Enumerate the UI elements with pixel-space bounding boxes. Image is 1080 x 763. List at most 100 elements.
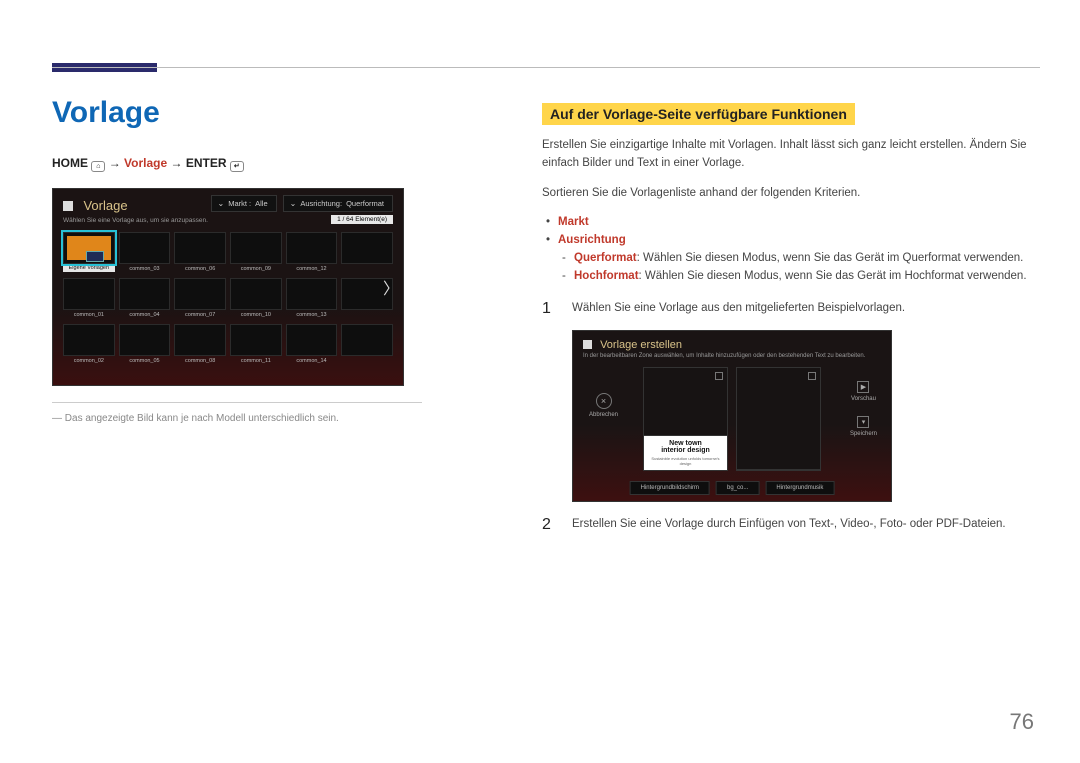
template-cell[interactable] <box>174 278 226 310</box>
grid-col: common_13 <box>286 278 338 320</box>
template-cell[interactable] <box>174 232 226 264</box>
querformat-key: Querformat <box>574 252 637 264</box>
right-column: Auf der Vorlage-Seite verfügbare Funktio… <box>542 103 1032 534</box>
template-cell[interactable] <box>230 324 282 356</box>
template-cell[interactable] <box>119 278 171 310</box>
chevron-down-icon: ⌄ <box>290 199 297 208</box>
template-grid: Eigene Vorlagen common_03 common_06 comm… <box>53 228 403 366</box>
template-cell[interactable] <box>230 232 282 264</box>
sub-querformat: Querformat: Wählen Sie diesen Modus, wen… <box>542 250 1032 268</box>
cell-label: common_03 <box>119 266 171 272</box>
cell-label: common_08 <box>174 358 226 364</box>
bg-music-button[interactable]: Hintergrundmusik <box>765 481 834 495</box>
page-number: 76 <box>1010 709 1034 735</box>
save-button[interactable]: ▾ Speichern <box>850 416 877 437</box>
bc-home: HOME <box>52 156 88 170</box>
step-2-text: Erstellen Sie eine Vorlage durch Einfüge… <box>572 516 1032 534</box>
close-icon: × <box>596 393 612 409</box>
home-icon: ⌂ <box>91 161 105 172</box>
template-cell[interactable] <box>119 324 171 356</box>
cell-label: common_07 <box>174 312 226 318</box>
cancel-button[interactable]: × Abbrechen <box>589 393 618 418</box>
grid-col: common_09 <box>230 232 282 274</box>
template-cell[interactable] <box>174 324 226 356</box>
intro-paragraph-2: Sortieren Sie die Vorlagenliste anhand d… <box>542 185 1032 203</box>
pane-image-zone <box>737 368 820 470</box>
template-cell[interactable] <box>63 324 115 356</box>
bc-arrow-2: → <box>171 156 183 170</box>
edit-pane-left[interactable]: New town interior design Sustainble evol… <box>643 367 728 471</box>
template-cell[interactable] <box>230 278 282 310</box>
grid-col: common_01 <box>63 278 115 320</box>
filter-market[interactable]: ⌄ Markt : Alle <box>211 195 277 212</box>
filter-orient-value: Querformat <box>346 199 384 208</box>
template-cell[interactable] <box>286 232 338 264</box>
grid-col: common_10 <box>230 278 282 320</box>
right-side-buttons: ▶ Vorschau ▾ Speichern <box>850 381 877 437</box>
step-2: 2 Erstellen Sie eine Vorlage durch Einfü… <box>542 516 1032 534</box>
card-title-1: New town <box>646 440 725 447</box>
edit-panes: New town interior design Sustainble evol… <box>643 367 821 471</box>
template-cell[interactable] <box>286 324 338 356</box>
querformat-text: : Wählen Sie diesen Modus, wenn Sie das … <box>637 252 1024 264</box>
cell-label: common_05 <box>119 358 171 364</box>
sub-hochformat: Hochformat: Wählen Sie diesen Modus, wen… <box>542 268 1032 286</box>
cell-label: common_02 <box>63 358 115 364</box>
step-1-text: Wählen Sie eine Vorlage aus den mitgelie… <box>572 300 1032 318</box>
bg-image-button[interactable]: Hintergrundbildschirm <box>630 481 710 495</box>
filter-orient-label: Ausrichtung: <box>300 199 342 208</box>
hochformat-text: : Wählen Sie diesen Modus, wenn Sie das … <box>639 270 1027 282</box>
bc-arrow-1: → <box>109 156 121 170</box>
save-icon: ▾ <box>857 416 869 428</box>
image-icon <box>715 372 723 380</box>
chevron-down-icon: ⌄ <box>218 199 225 208</box>
cell-label: Eigene Vorlagen <box>63 264 115 272</box>
template-cell-selected[interactable] <box>63 232 115 264</box>
bullet-markt-label: Markt <box>558 216 589 228</box>
pane-image-zone <box>644 368 727 436</box>
enter-icon: ↵ <box>230 161 244 172</box>
cancel-label: Abbrechen <box>589 412 618 418</box>
template-list-screenshot: Vorlage Wählen Sie eine Vorlage aus, um … <box>52 188 404 386</box>
grid-col: common_02 <box>63 324 115 366</box>
sub-folder-icon <box>86 251 104 262</box>
hochformat-key: Hochformat <box>574 270 639 282</box>
cell-label: common_13 <box>286 312 338 318</box>
bc-enter: ENTER <box>186 156 227 170</box>
template-cell[interactable] <box>341 232 393 264</box>
shot2-app-icon <box>583 340 592 349</box>
shot1-app-icon <box>63 201 73 211</box>
step-2-number: 2 <box>542 516 556 534</box>
bullet-ausrichtung-label: Ausrichtung <box>558 234 626 246</box>
preview-button[interactable]: ▶ Vorschau <box>850 381 877 402</box>
item-counter: 1 / 64 Element(e) <box>331 215 393 224</box>
filter-orientation[interactable]: ⌄ Ausrichtung: Querformat <box>283 195 393 212</box>
breadcrumb: HOME ⌂ → Vorlage → ENTER ↵ <box>52 156 422 172</box>
grid-col: common_08 <box>174 324 226 366</box>
cell-label: common_09 <box>230 266 282 272</box>
edit-pane-right[interactable] <box>736 367 821 471</box>
shot1-filter-tabs: ⌄ Markt : Alle ⌄ Ausrichtung: Querformat <box>211 195 393 212</box>
page-title: Vorlage <box>52 96 422 130</box>
next-page-arrow[interactable]: 〉 <box>383 275 399 299</box>
cell-label: common_14 <box>286 358 338 364</box>
template-cell[interactable] <box>63 278 115 310</box>
template-cell[interactable] <box>341 324 393 356</box>
shot2-subtitle: In der bearbeitbaren Zone auswählen, um … <box>573 353 891 365</box>
template-cell[interactable] <box>286 278 338 310</box>
text-card: New town interior design Sustainble evol… <box>644 436 727 470</box>
bullet-markt: Markt <box>542 214 1032 232</box>
bg-value[interactable]: bg_co... <box>716 481 759 495</box>
template-cell[interactable] <box>119 232 171 264</box>
left-column: Vorlage HOME ⌂ → Vorlage → ENTER ↵ Vorla… <box>52 96 422 426</box>
grid-col: common_03 <box>119 232 171 274</box>
grid-col: Eigene Vorlagen <box>63 232 115 274</box>
cell-label: common_10 <box>230 312 282 318</box>
cell-label: common_12 <box>286 266 338 272</box>
grid-col: common_07 <box>174 278 226 320</box>
shot2-title: Vorlage erstellen <box>573 331 891 353</box>
footnote: ― Das angezeigte Bild kann je nach Model… <box>52 411 422 426</box>
save-label: Speichern <box>850 431 877 437</box>
intro-paragraph-1: Erstellen Sie einzigartige Inhalte mit V… <box>542 137 1032 173</box>
cell-label: common_06 <box>174 266 226 272</box>
